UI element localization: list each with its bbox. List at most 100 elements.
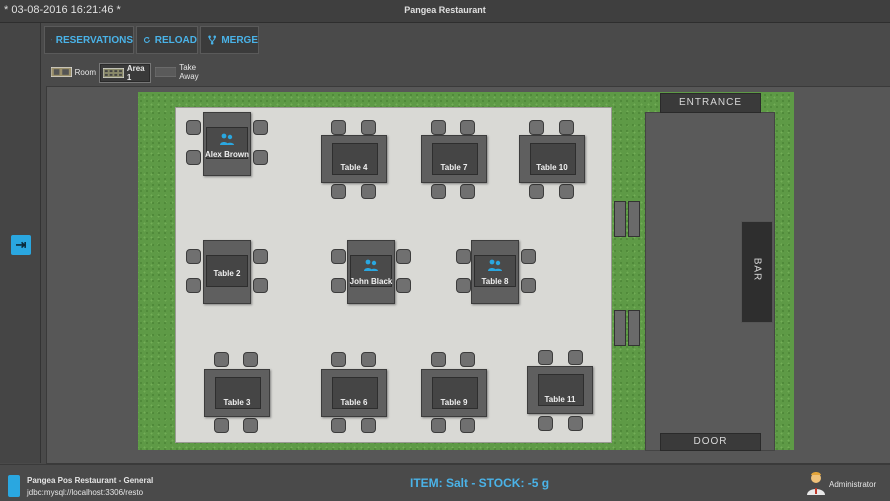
bar-label: BAR [752,255,763,285]
calendar-icon [51,32,52,48]
database-icon [8,475,20,497]
chair [568,350,583,365]
table-8[interactable]: Table 8 [471,240,519,304]
chair [331,352,346,367]
chair [529,120,544,135]
connection-string: jdbc:mysql://localhost:3306/resto [27,488,143,497]
chair [331,418,346,433]
reservations-label: RESERVATIONS [56,35,133,46]
table-label: Table 11 [528,395,592,404]
chair [253,120,268,135]
chair [521,249,536,264]
reload-button[interactable]: RELOAD [136,26,198,54]
table-3[interactable]: Table 3 [204,369,270,417]
tab-room[interactable]: Room [48,63,96,81]
reservations-button[interactable]: RESERVATIONS [44,26,134,54]
chair [431,418,446,433]
table-label: Table 3 [205,398,269,407]
expand-sidebar-icon[interactable]: ⇥ [11,235,31,255]
user-avatar-icon[interactable] [806,471,826,495]
title-bar: * 03-08-2016 16:21:46 * Pangea Restauran… [0,0,890,23]
left-sidebar: ⇥ [0,23,41,463]
table-label: Table 8 [472,277,518,286]
table-11[interactable]: Table 11 [527,366,593,414]
item-stock-status: ITEM: Salt - STOCK: -5 g [410,476,549,490]
chair [538,416,553,431]
chair [460,352,475,367]
chair [331,184,346,199]
tab-area-1-label: Area 1 [127,64,150,82]
chair [331,120,346,135]
chair [538,350,553,365]
bench [628,310,640,346]
chair [456,249,471,264]
table-label: Table 9 [422,398,486,407]
chair [431,352,446,367]
table-label: Table 6 [322,398,386,407]
chair [186,120,201,135]
table-label: Alex Brown [204,150,250,159]
occupied-icon [363,259,379,271]
chair [361,184,376,199]
area-icon [103,68,124,78]
chair [361,352,376,367]
chair [214,352,229,367]
room-icon [51,67,72,77]
bench [628,201,640,237]
chair [214,418,229,433]
chair [396,278,411,293]
occupied-icon [487,259,503,271]
chair [529,184,544,199]
merge-label: MERGE [221,35,258,46]
chair [253,150,268,165]
table-label: Table 4 [322,163,386,172]
bench [614,310,626,346]
table-label: Table 2 [204,269,250,278]
chair [243,352,258,367]
merge-icon [207,32,217,48]
tab-room-label: Room [75,68,96,77]
chair [253,249,268,264]
chair [253,278,268,293]
table-9[interactable]: Table 9 [421,369,487,417]
bar-counter: BAR [741,221,773,323]
chair [431,120,446,135]
table-4[interactable]: Table 4 [321,135,387,183]
app-name: Pangea Pos Restaurant - General [27,476,153,485]
status-bar: Pangea Pos Restaurant - General jdbc:mys… [0,464,890,501]
chair [431,184,446,199]
chair [331,278,346,293]
tab-take-away[interactable]: Take Away [152,63,216,81]
table-label: John Black [348,277,394,286]
chair [186,150,201,165]
chair [460,120,475,135]
chair [559,120,574,135]
chair [456,278,471,293]
chair [243,418,258,433]
merge-button[interactable]: MERGE [200,26,259,54]
table-7[interactable]: Table 7 [421,135,487,183]
user-name[interactable]: Administrator [829,480,876,489]
table-10[interactable]: Table 10 [519,135,585,183]
reload-icon [143,32,151,48]
chair [559,184,574,199]
table-label: Table 10 [520,163,584,172]
occupied-icon [219,133,235,145]
table-2[interactable]: Table 2 [203,240,251,304]
bench [614,201,626,237]
chair [568,416,583,431]
chair [361,418,376,433]
chair [460,184,475,199]
reload-label: RELOAD [155,35,197,46]
takeaway-icon [155,67,176,77]
chair [186,278,201,293]
table-alex-brown[interactable]: Alex Brown [203,112,251,176]
table-label: Table 7 [422,163,486,172]
tab-area-1[interactable]: Area 1 [99,63,151,83]
chair [361,120,376,135]
entrance-label: ENTRANCE [660,93,761,113]
table-6[interactable]: Table 6 [321,369,387,417]
chair [460,418,475,433]
table-john-black[interactable]: John Black [347,240,395,304]
chair [331,249,346,264]
